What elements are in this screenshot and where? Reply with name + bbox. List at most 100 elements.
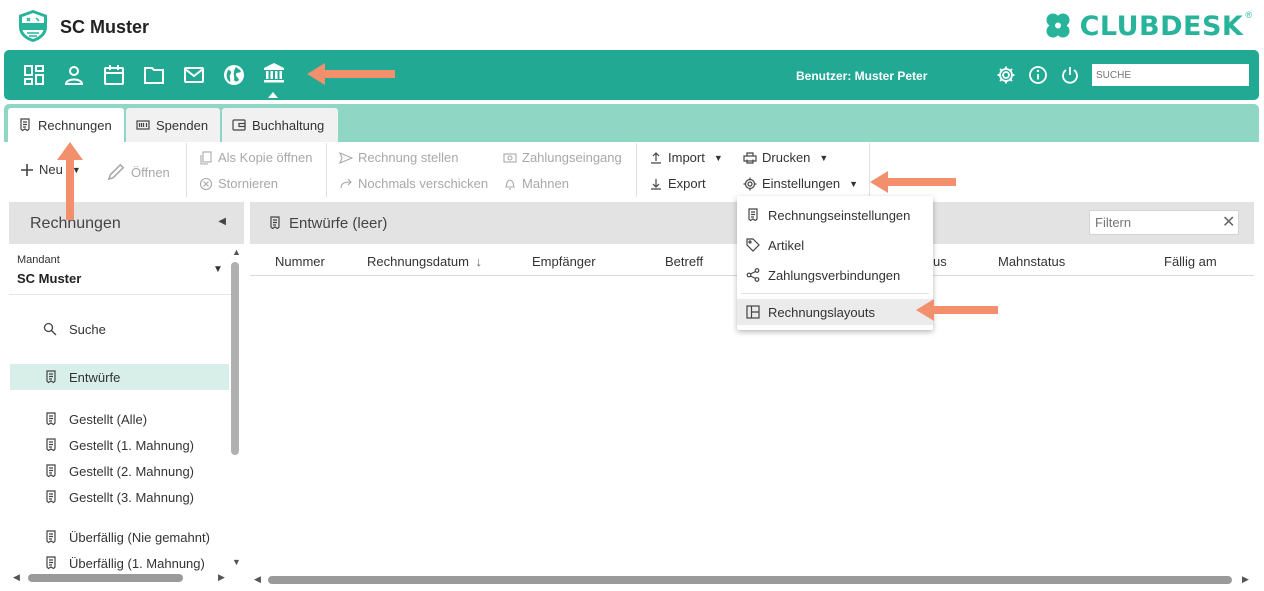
printer-icon: [743, 151, 757, 164]
barcode-icon: [136, 120, 150, 130]
list-title: Entwürfe (leer): [289, 215, 388, 232]
sidebar-item-gestellt-alle[interactable]: Gestellt (Alle): [10, 406, 229, 432]
menu-item-artikel[interactable]: Artikel: [737, 232, 933, 258]
send-reminder-button[interactable]: Mahnen: [503, 176, 569, 191]
column-header-nummer[interactable]: Nummer: [275, 254, 325, 269]
global-search-input[interactable]: [1092, 64, 1249, 86]
upload-icon: [651, 151, 661, 164]
menu-item-zahlungsverbindungen[interactable]: Zahlungsverbindungen: [737, 262, 933, 288]
scroll-right-arrow[interactable]: ▶: [218, 572, 225, 583]
tag-icon: [746, 238, 760, 252]
annotation-arrow-left-icon: [870, 171, 956, 193]
globe-icon[interactable]: [223, 64, 245, 86]
bank-icon[interactable]: [263, 62, 285, 84]
invoice-icon: [46, 464, 56, 478]
search-icon: [43, 322, 57, 336]
scroll-left-arrow[interactable]: ◀: [254, 574, 261, 585]
main-navigation-bar: Benutzer: Muster Peter: [4, 50, 1259, 100]
person-icon[interactable]: [63, 64, 85, 86]
settings-dropdown-menu: Rechnungseinstellungen Artikel Zahlungsv…: [737, 196, 933, 330]
annotation-arrow-left-icon: [916, 299, 998, 321]
layout-icon: [746, 305, 760, 319]
cash-icon: [503, 152, 517, 163]
filter-input[interactable]: [1089, 210, 1239, 235]
tab-buchhaltung[interactable]: Buchhaltung: [222, 108, 338, 142]
module-tab-bar: Rechnungen Spenden Buchhaltung: [4, 104, 1259, 142]
power-icon[interactable]: [1060, 65, 1080, 85]
invoice-icon: [20, 118, 30, 132]
payment-received-button[interactable]: Zahlungseingang: [503, 150, 622, 165]
column-header-rechnungsdatum[interactable]: Rechnungsdatum ↓: [367, 254, 482, 269]
clear-filter-icon[interactable]: ✕: [1222, 212, 1235, 232]
settings-dropdown-button[interactable]: Einstellungen ▼: [743, 176, 858, 191]
download-icon: [651, 178, 661, 190]
chevron-down-icon[interactable]: ▼: [213, 264, 223, 275]
share-icon: [746, 268, 760, 282]
toolbar-divider: [636, 143, 637, 197]
column-header-mahnstatus[interactable]: Mahnstatus: [998, 254, 1065, 269]
gear-icon[interactable]: [996, 65, 1016, 85]
sidebar-item-gestellt-3-mahnung[interactable]: Gestellt (3. Mahnung): [10, 484, 229, 510]
scroll-down-arrow[interactable]: ▼: [232, 557, 241, 567]
cancel-circle-icon: [199, 177, 213, 190]
club-badge-logo: [16, 9, 50, 43]
cancel-invoice-button[interactable]: Stornieren: [199, 176, 278, 191]
mandant-select[interactable]: SC Muster: [17, 271, 81, 286]
tab-label: Spenden: [156, 117, 209, 133]
sidebar-item-gestellt-1-mahnung[interactable]: Gestellt (1. Mahnung): [10, 432, 229, 458]
import-button[interactable]: Import ▼: [649, 150, 723, 165]
tab-label: Buchhaltung: [252, 117, 325, 133]
wallet-icon: [232, 119, 246, 131]
tab-spenden[interactable]: Spenden: [126, 108, 220, 142]
column-header-betreff[interactable]: Betreff: [665, 254, 703, 269]
mail-icon[interactable]: [183, 64, 205, 86]
open-as-copy-button[interactable]: Als Kopie öffnen: [199, 150, 312, 165]
copy-icon: [200, 150, 212, 165]
sort-descending-icon: ↓: [475, 254, 483, 269]
sidebar-item-ueberfaellig-1-mahnung[interactable]: Überfällig (1. Mahnung): [10, 550, 229, 576]
annotation-arrow-up-icon: [57, 142, 83, 220]
invoice-icon: [270, 216, 280, 230]
menu-item-rechnungseinstellungen[interactable]: Rechnungseinstellungen: [737, 202, 933, 228]
tab-label: Rechnungen: [38, 117, 112, 133]
print-button[interactable]: Drucken ▼: [743, 150, 828, 165]
info-icon[interactable]: [1028, 65, 1048, 85]
invoice-icon: [46, 412, 56, 426]
tab-rechnungen[interactable]: Rechnungen: [8, 108, 124, 142]
clover-icon: [1046, 13, 1070, 38]
scroll-left-arrow[interactable]: ◀: [13, 572, 20, 583]
issue-invoice-button[interactable]: Rechnung stellen: [339, 150, 458, 165]
open-button[interactable]: Öffnen: [106, 162, 170, 182]
column-header-faellig-am[interactable]: Fällig am: [1164, 254, 1217, 269]
column-header-status[interactable]: us: [933, 254, 947, 269]
app-title: SC Muster: [60, 17, 150, 37]
active-nav-indicator: [268, 92, 278, 98]
invoice-icon: [46, 438, 56, 452]
sidebar-item-suche[interactable]: Suche: [10, 316, 229, 342]
collapse-sidebar-icon[interactable]: ◀: [218, 216, 226, 227]
pencil-icon: [107, 163, 125, 181]
menu-item-rechnungslayouts[interactable]: Rechnungslayouts: [737, 299, 933, 325]
brand-name: CLUBDESK: [1079, 10, 1244, 42]
sidebar-item-ueberfaellig-nie[interactable]: Überfällig (Nie gemahnt): [10, 524, 229, 550]
export-button[interactable]: Export: [649, 176, 706, 191]
sidebar-horizontal-scrollbar[interactable]: [28, 574, 183, 582]
dashboard-icon[interactable]: [23, 64, 45, 86]
divider: [9, 294, 231, 295]
invoice-icon: [46, 490, 56, 504]
sidebar-item-gestellt-2-mahnung[interactable]: Gestellt (2. Mahnung): [10, 458, 229, 484]
scroll-right-arrow[interactable]: ▶: [1242, 574, 1249, 585]
list-horizontal-scrollbar[interactable]: [268, 576, 1232, 584]
toolbar-divider: [326, 143, 327, 197]
redo-icon: [340, 178, 352, 188]
clubdesk-logo: CLUBDESK ®: [1042, 10, 1252, 42]
sidebar-item-entwuerfe[interactable]: Entwürfe: [10, 364, 229, 390]
calendar-icon[interactable]: [103, 64, 125, 86]
gear-icon: [743, 177, 757, 190]
sidebar-vertical-scrollbar[interactable]: [231, 262, 239, 455]
sidebar-header: Rechnungen ◀: [9, 202, 244, 244]
scroll-up-arrow[interactable]: ▲: [232, 247, 241, 257]
column-header-empfaenger[interactable]: Empfänger: [532, 254, 596, 269]
folder-icon[interactable]: [143, 64, 165, 86]
resend-button[interactable]: Nochmals verschicken: [339, 176, 488, 191]
